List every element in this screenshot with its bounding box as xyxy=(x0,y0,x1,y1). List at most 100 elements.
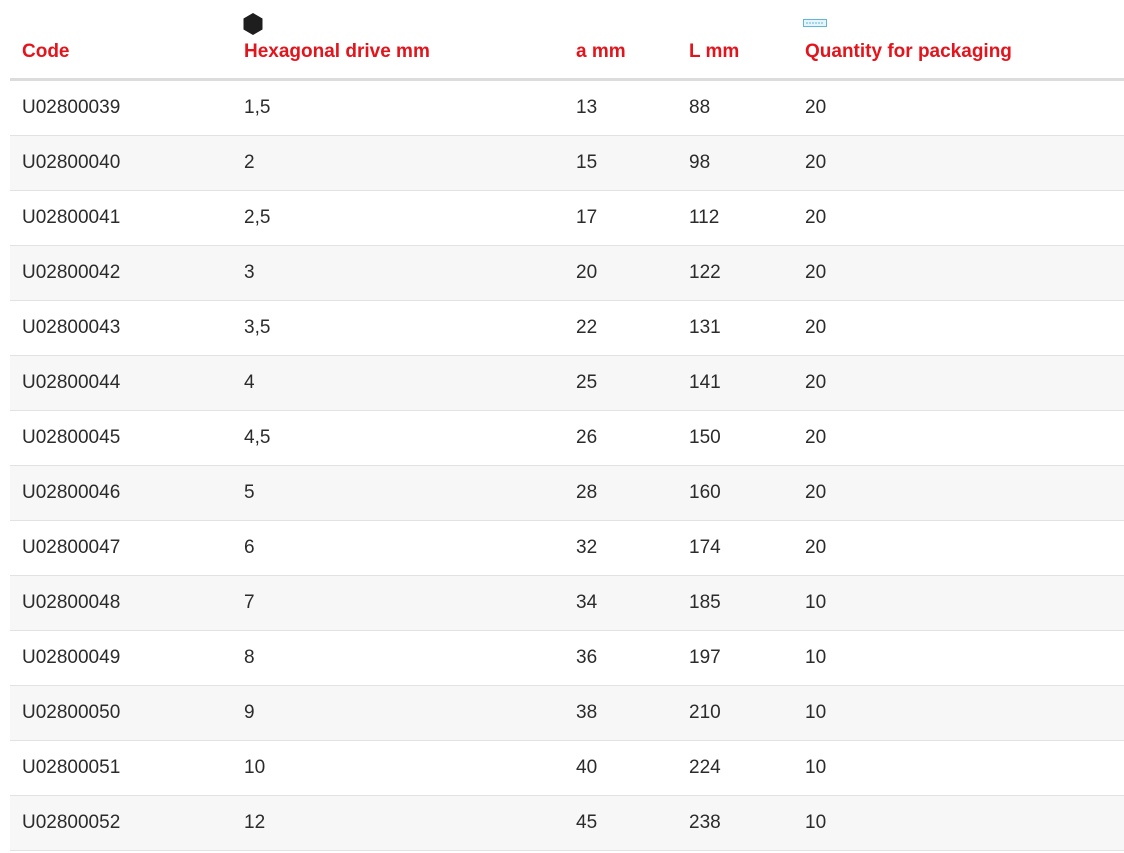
table-header: Code Hexagonal drive mm a mm L mm Quanti… xyxy=(10,0,1124,81)
cell-qty: 10 xyxy=(793,575,1124,631)
cell-l: 210 xyxy=(677,685,793,741)
cell-a: 17 xyxy=(564,190,677,246)
cell-a: 15 xyxy=(564,135,677,191)
table-row[interactable]: U02800046 5 28 160 20 xyxy=(10,465,1124,521)
cell-qty: 20 xyxy=(793,300,1124,356)
cell-qty: 20 xyxy=(793,355,1124,411)
cell-hex: 9 xyxy=(232,685,564,741)
header-qty-label: Quantity for packaging xyxy=(805,41,1012,62)
cell-l: 122 xyxy=(677,245,793,301)
table-row[interactable]: U02800049 8 36 197 10 xyxy=(10,630,1124,686)
table-row[interactable]: U02800045 4,5 26 150 20 xyxy=(10,410,1124,466)
cell-qty: 10 xyxy=(793,685,1124,741)
cell-a: 32 xyxy=(564,520,677,576)
table-row[interactable]: U02800044 4 25 141 20 xyxy=(10,355,1124,411)
cell-hex: 8 xyxy=(232,630,564,686)
cell-qty: 20 xyxy=(793,79,1124,136)
cell-hex: 4 xyxy=(232,355,564,411)
package-icon xyxy=(803,19,827,27)
table-body: U02800039 1,5 13 88 20 U02800040 2 15 98 20 U02800… xyxy=(10,79,1124,851)
cell-code: U02800048 xyxy=(10,575,232,631)
cell-hex: 4,5 xyxy=(232,410,564,466)
cell-l: 160 xyxy=(677,465,793,521)
cell-code: U02800050 xyxy=(10,685,232,741)
cell-qty: 20 xyxy=(793,245,1124,301)
table-row[interactable]: U02800047 6 32 174 20 xyxy=(10,520,1124,576)
cell-hex: 2,5 xyxy=(232,190,564,246)
cell-hex: 2 xyxy=(232,135,564,191)
cell-code: U02800042 xyxy=(10,245,232,301)
cell-code: U02800043 xyxy=(10,300,232,356)
cell-a: 13 xyxy=(564,79,677,136)
table-row[interactable]: U02800039 1,5 13 88 20 xyxy=(10,79,1124,136)
header-l-label: L mm xyxy=(689,41,740,62)
cell-code: U02800041 xyxy=(10,190,232,246)
table-row[interactable]: U02800050 9 38 210 10 xyxy=(10,685,1124,741)
cell-qty: 20 xyxy=(793,465,1124,521)
cell-code: U02800045 xyxy=(10,410,232,466)
cell-qty: 10 xyxy=(793,630,1124,686)
cell-l: 88 xyxy=(677,79,793,136)
header-code-label: Code xyxy=(22,41,70,62)
table-row[interactable]: U02800052 12 45 238 10 xyxy=(10,795,1124,851)
cell-qty: 20 xyxy=(793,520,1124,576)
cell-hex: 6 xyxy=(232,520,564,576)
cell-hex: 3,5 xyxy=(232,300,564,356)
product-table-container: Code Hexagonal drive mm a mm L mm Quanti… xyxy=(10,0,1124,851)
cell-code: U02800044 xyxy=(10,355,232,411)
cell-code: U02800049 xyxy=(10,630,232,686)
cell-qty: 10 xyxy=(793,795,1124,851)
product-table: Code Hexagonal drive mm a mm L mm Quanti… xyxy=(10,0,1124,851)
cell-hex: 1,5 xyxy=(232,79,564,136)
table-row[interactable]: U02800042 3 20 122 20 xyxy=(10,245,1124,301)
cell-code: U02800040 xyxy=(10,135,232,191)
cell-l: 174 xyxy=(677,520,793,576)
header-a-label: a mm xyxy=(576,41,626,62)
cell-qty: 10 xyxy=(793,740,1124,796)
cell-a: 36 xyxy=(564,630,677,686)
cell-code: U02800052 xyxy=(10,795,232,851)
cell-l: 197 xyxy=(677,630,793,686)
cell-qty: 20 xyxy=(793,135,1124,191)
cell-l: 112 xyxy=(677,190,793,246)
cell-l: 141 xyxy=(677,355,793,411)
table-row[interactable]: U02800048 7 34 185 10 xyxy=(10,575,1124,631)
cell-a: 34 xyxy=(564,575,677,631)
cell-qty: 20 xyxy=(793,190,1124,246)
cell-hex: 3 xyxy=(232,245,564,301)
header-hex-drive[interactable]: Hexagonal drive mm xyxy=(232,0,564,81)
header-l[interactable]: L mm xyxy=(677,0,793,81)
header-row: Code Hexagonal drive mm a mm L mm Quanti… xyxy=(10,0,1124,81)
table-row[interactable]: U02800040 2 15 98 20 xyxy=(10,135,1124,191)
header-hex-drive-label: Hexagonal drive mm xyxy=(244,41,430,62)
cell-code: U02800046 xyxy=(10,465,232,521)
cell-hex: 5 xyxy=(232,465,564,521)
cell-code: U02800051 xyxy=(10,740,232,796)
cell-a: 38 xyxy=(564,685,677,741)
header-code[interactable]: Code xyxy=(10,0,232,81)
cell-l: 185 xyxy=(677,575,793,631)
cell-l: 224 xyxy=(677,740,793,796)
table-row[interactable]: U02800041 2,5 17 112 20 xyxy=(10,190,1124,246)
header-a[interactable]: a mm xyxy=(564,0,677,81)
cell-code: U02800039 xyxy=(10,79,232,136)
cell-code: U02800047 xyxy=(10,520,232,576)
cell-hex: 7 xyxy=(232,575,564,631)
cell-l: 150 xyxy=(677,410,793,466)
cell-a: 40 xyxy=(564,740,677,796)
cell-l: 131 xyxy=(677,300,793,356)
cell-a: 28 xyxy=(564,465,677,521)
cell-a: 25 xyxy=(564,355,677,411)
hexagon-icon xyxy=(243,13,263,35)
cell-hex: 10 xyxy=(232,740,564,796)
cell-qty: 20 xyxy=(793,410,1124,466)
table-row[interactable]: U02800051 10 40 224 10 xyxy=(10,740,1124,796)
header-qty[interactable]: Quantity for packaging xyxy=(793,0,1124,81)
table-row[interactable]: U02800043 3,5 22 131 20 xyxy=(10,300,1124,356)
cell-hex: 12 xyxy=(232,795,564,851)
cell-a: 22 xyxy=(564,300,677,356)
cell-a: 26 xyxy=(564,410,677,466)
cell-l: 98 xyxy=(677,135,793,191)
cell-a: 45 xyxy=(564,795,677,851)
cell-a: 20 xyxy=(564,245,677,301)
